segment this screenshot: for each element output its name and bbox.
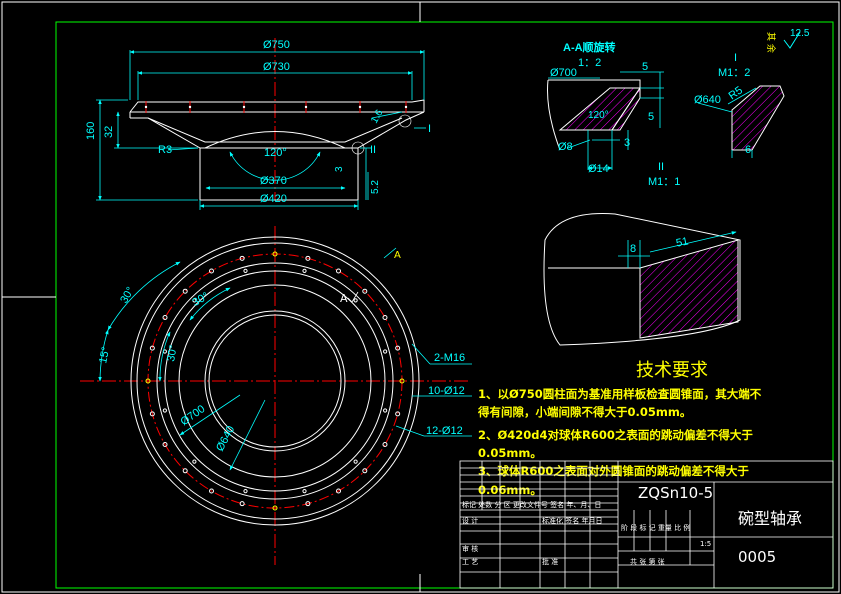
tb-drawing-no: 0005: [738, 548, 776, 566]
plan-dim-12-d12: 12-Ø12: [426, 425, 463, 437]
tb-scale: 1:5: [700, 540, 711, 548]
aa-dim-5b: 5: [648, 111, 654, 123]
bolt-hole: [182, 468, 188, 474]
tb-process: 工 艺: [462, 558, 478, 566]
bolt-hole: [162, 315, 168, 320]
detail-i-scale: M1：2: [718, 67, 750, 79]
ii-dim-51: 51: [675, 235, 689, 249]
dim-d730: Ø730: [263, 61, 290, 73]
section-view: Ø750 Ø730 Ø370 Ø420 120° R3 160 32 3 5.2…: [85, 38, 431, 210]
inner-hole: [162, 408, 167, 413]
dim-h160: 160: [85, 122, 97, 140]
plan-section-mark-a2: A: [340, 292, 348, 305]
plan-dim-10-d12: 10-Ø12: [428, 385, 465, 397]
tb-rev-header: 标记 处数 分 区 更改文件号 签名 年、月、日: [462, 500, 601, 509]
detail-i-title: I: [734, 52, 737, 64]
plan-dim-30c: 30°: [165, 344, 180, 362]
tech-req-title: 技术要求: [636, 360, 708, 381]
detail-aa-title: A-A顺旋转: [563, 40, 616, 54]
dim-t3: 3: [334, 166, 345, 172]
tech-req-line-4: 0.05mm。: [478, 446, 542, 460]
detail-i: I M1：2 Ø640 R5 6: [694, 52, 785, 158]
inner-hole: [302, 268, 307, 273]
detail-ii-scale: M1：1: [648, 176, 680, 188]
tech-req-line-2: 得有间隙，小端间隙不得大于0.05mm。: [477, 405, 691, 419]
roughness-label: 其 余: [765, 32, 777, 53]
dim-r3: R3: [158, 144, 172, 156]
bolt-hole: [182, 288, 188, 294]
aa-dim-d14: Ø14: [588, 163, 609, 175]
tb-sheets: 共 张 第 张: [630, 557, 665, 566]
aa-dim-d8: Ø8: [558, 141, 573, 153]
bolt-hole: [336, 268, 341, 274]
tb-material: ZQSn10-5: [638, 484, 713, 502]
dim-d370: Ø370: [260, 175, 287, 187]
bolt-hole: [382, 442, 388, 447]
aa-dim-3: 3: [624, 137, 630, 149]
tech-req-line-3: 2、Ø420d4对球体R600之表面的跳动偏差不得大于: [478, 428, 753, 442]
tb-stage-header: 阶 段 标 记 重量 比 例: [621, 523, 690, 532]
tb-design: 设 计: [462, 516, 478, 525]
detail-aa: A-A顺旋转 1：2 Ø700 120° Ø8 Ø14 5 5 3: [547, 40, 664, 175]
detail-ii-hatch: [639, 239, 739, 339]
dim-h32: 32: [103, 126, 115, 138]
dim-angle-120: 120°: [264, 147, 287, 159]
tech-req-line-5: 3、球体R600之表面对外圆锥面的跳动偏差不得大于: [478, 464, 749, 478]
detail-ii-title: II: [658, 161, 664, 173]
tb-check: 审 核: [462, 544, 478, 553]
tb-std: 标准化 签名 年月日: [542, 516, 602, 525]
aa-dim-d700: Ø700: [550, 67, 577, 79]
inner-hole: [383, 349, 388, 354]
inner-hole: [353, 459, 358, 464]
plan-view: 30° 30° 30° 15° Ø700 Ø640 2-M16 10-Ø12 1…: [80, 226, 472, 565]
inner-hole: [353, 298, 358, 303]
inner-hole: [302, 489, 307, 494]
i-dim-d640: Ø640: [694, 94, 721, 106]
drawing-sheet: Ø750 Ø730 Ø370 Ø420 120° R3 160 32 3 5.2…: [1, 1, 840, 593]
inner-hole: [383, 408, 388, 413]
tb-part-name: 碗型轴承: [738, 509, 802, 528]
i-dim-r5: R5: [727, 84, 745, 102]
detail-ii: II M1：1 8 51: [543, 161, 741, 346]
aa-dim-120: 120°: [588, 110, 609, 121]
bolt-hole: [382, 315, 388, 320]
detail-aa-scale: 1：2: [578, 57, 601, 69]
plan-dim-30b: 30°: [191, 290, 211, 309]
dim-t1: 1.6: [369, 108, 386, 126]
roughness-symbol: 其 余 12.5: [765, 28, 810, 53]
plan-section-mark-a1: A: [394, 250, 401, 261]
plan-dim-30a: 30°: [118, 285, 137, 305]
ii-dim-8: 8: [630, 243, 636, 255]
plan-dim-d640: Ø640: [214, 424, 237, 453]
i-dim-6: 6: [745, 144, 751, 156]
callout-II: II: [370, 144, 376, 156]
dim-t5-2: 5.2: [370, 180, 381, 194]
callout-I: I: [428, 123, 431, 135]
roughness-value: 12.5: [790, 28, 810, 39]
tech-req-line-1: 1、以Ø750圆柱面为基准用样板检查圆锥面，其大端不: [478, 387, 762, 401]
inner-hole: [243, 489, 248, 494]
tb-approve: 批 准: [542, 557, 558, 566]
aa-dim-5a: 5: [642, 61, 648, 73]
inner-hole: [192, 459, 197, 464]
inner-hole: [243, 268, 248, 273]
dim-d420: Ø420: [260, 193, 287, 205]
dim-d750: Ø750: [263, 39, 290, 51]
plan-dim-15: 15°: [97, 346, 112, 365]
plan-dim-2m16: 2-M16: [434, 352, 465, 364]
tech-req-line-6: 0.06mm。: [478, 483, 542, 497]
